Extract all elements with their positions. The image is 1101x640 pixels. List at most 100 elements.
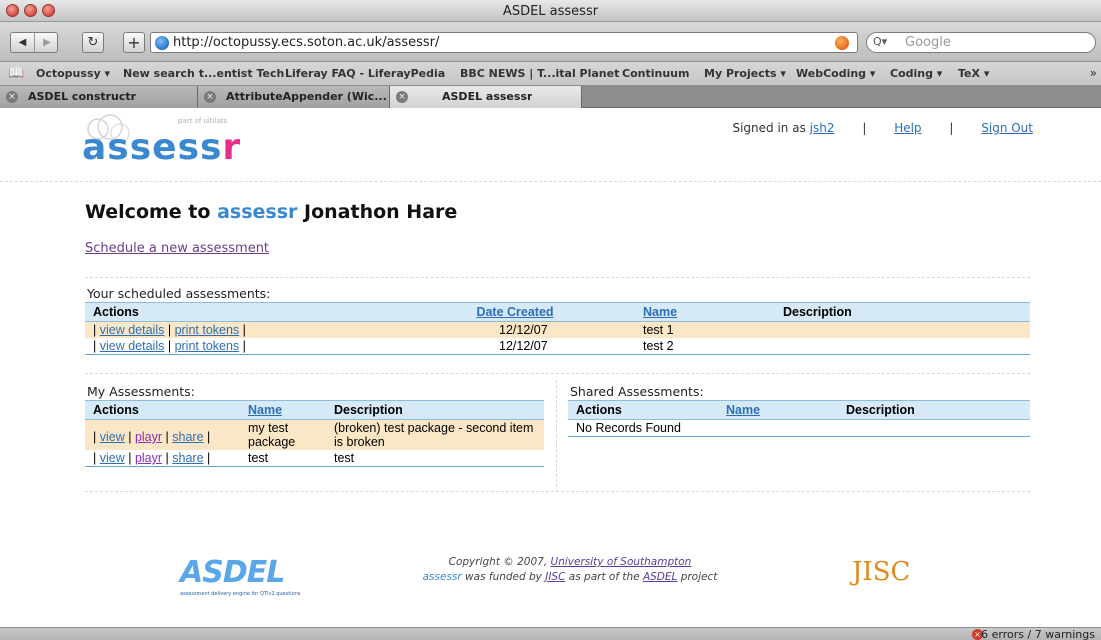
bookmark-item[interactable]: Continuum [622,67,689,80]
column-header-actions: Actions [85,302,395,322]
bookmark-item[interactable]: TeX ▾ [958,67,989,80]
tab-label: ASDEL assessr [442,90,533,103]
welcome-brand: assessr [217,201,298,223]
column-header-name[interactable]: Name [718,400,838,420]
share-link[interactable]: share [172,451,203,465]
table-header-row: Actions Name Description [85,400,544,420]
header-divider [0,181,1101,182]
bookmark-item[interactable]: Coding ▾ [890,67,942,80]
my-assessments-table: Actions Name Description | view | playr … [85,400,544,467]
error-count[interactable]: 6 errors / 7 warnings [981,628,1095,640]
url-text[interactable]: http://octopussy.ecs.soton.ac.uk/assessr… [173,35,439,50]
view-link[interactable]: view [100,430,125,444]
forward-button[interactable]: ▶ [35,33,59,52]
funded-text: project [680,571,718,583]
column-header-date[interactable]: Date Created [395,302,635,322]
scheduled-table: Actions Date Created Name Description | … [85,302,1030,355]
close-tab-icon[interactable]: × [6,91,18,103]
schedule-assessment-link[interactable]: Schedule a new assessment [85,241,269,256]
web-page: part of ultilats assessr Signed in as js… [0,109,1101,627]
jisc-link[interactable]: JISC [545,571,565,583]
shared-assessments-table: Actions Name Description No Records Foun… [568,400,1030,437]
row-name: test 2 [635,338,775,355]
column-header-name[interactable]: Name [635,302,775,322]
jisc-logo[interactable]: JISC [852,557,910,587]
sign-out-link[interactable]: Sign Out [981,121,1033,135]
asdel-logo-subtitle: assessment delivery engine for QTIv2 que… [180,591,301,597]
search-engine-icon[interactable]: Q▾ [873,35,887,48]
playr-link[interactable]: playr [135,430,162,444]
section-divider [85,373,1030,374]
search-input[interactable]: Q▾ Google [866,32,1096,53]
help-link[interactable]: Help [894,121,921,135]
username-link[interactable]: jsh2 [810,121,835,135]
column-header-description: Description [775,302,1030,322]
close-tab-icon[interactable]: × [204,91,216,103]
bookmark-item[interactable]: Octopussy ▾ [36,67,110,80]
tab-attributeappender[interactable]: × AttributeAppender (Wic... [198,86,390,108]
sort-name-link[interactable]: Name [726,403,760,417]
column-header-name[interactable]: Name [240,400,326,420]
bookmark-item[interactable]: My Projects ▾ [704,67,786,80]
sort-name-link[interactable]: Name [643,305,677,319]
row-actions: | view details | print tokens | [85,338,395,355]
logo-text-blue: assess [82,127,223,168]
back-button[interactable]: ◀ [11,33,35,52]
copyright-text: Copyright © 2007, University of Southamp… [380,555,760,585]
empty-message: No Records Found [568,419,1030,437]
row-date: 12/12/07 [395,338,635,355]
status-bar: × 6 errors / 7 warnings [0,627,1101,640]
globe-icon [155,36,169,50]
bookmarks-book-icon[interactable]: 📖 [8,66,24,81]
assessr-logo[interactable]: part of ultilats assessr [82,113,252,171]
tab-asdel-constructr[interactable]: × ASDEL constructr [0,86,198,108]
browser-toolbar: ◀ ▶ ↻ + http://octopussy.ecs.soton.ac.uk… [0,22,1101,62]
print-tokens-link[interactable]: print tokens [175,339,240,353]
university-link[interactable]: University of Southampton [551,556,692,568]
bookmark-item[interactable]: New search t...entist Tech [123,67,284,80]
scheduled-title: Your scheduled assessments: [87,286,271,301]
share-link[interactable]: share [172,430,203,444]
tab-bar: × ASDEL constructr × AttributeAppender (… [0,86,1101,108]
section-divider [85,491,1030,492]
print-tokens-link[interactable]: print tokens [175,323,240,337]
rss-icon[interactable] [835,36,849,50]
row-actions: | view details | print tokens | [85,321,395,338]
search-placeholder[interactable]: Google [905,35,951,50]
view-details-link[interactable]: view details [100,323,165,337]
playr-link[interactable]: playr [135,451,162,465]
copyright-label: Copyright © 2007, [448,556,548,568]
bookmark-item[interactable]: BBC NEWS | T...ital Planet [460,67,619,80]
column-header-description: Description [838,400,1030,420]
sort-date-link[interactable]: Date Created [476,305,553,319]
asdel-logo[interactable]: ASDEL [180,555,285,590]
row-description: (broken) test package - second item is b… [326,419,544,450]
my-assessments-title: My Assessments: [87,384,195,399]
close-tab-icon[interactable]: × [396,91,408,103]
section-divider [85,277,1030,278]
row-name: test [240,450,326,467]
bookmark-item[interactable]: WebCoding ▾ [796,67,875,80]
row-name: test 1 [635,321,775,338]
tab-asdel-assessr[interactable]: × ASDEL assessr [390,86,582,108]
row-description [775,338,1030,355]
table-row: | view | playr | share | my test package… [85,419,544,450]
signed-in-label: Signed in as [732,121,806,135]
bookmarks-overflow-icon[interactable]: » [1090,66,1097,80]
asdel-link[interactable]: ASDEL [643,571,677,583]
column-header-actions: Actions [85,400,240,420]
page-title: Welcome to assessr Jonathon Hare [85,201,457,223]
column-divider [556,380,557,492]
column-header-description: Description [326,400,544,420]
new-tab-button[interactable]: + [123,32,145,53]
view-link[interactable]: view [100,451,125,465]
reload-button[interactable]: ↻ [82,32,104,53]
view-details-link[interactable]: view details [100,339,165,353]
table-row: No Records Found [568,419,1030,437]
row-actions: | view | playr | share | [85,450,240,467]
sort-name-link[interactable]: Name [248,403,282,417]
funded-brand: assessr [422,571,462,583]
address-bar[interactable]: http://octopussy.ecs.soton.ac.uk/assessr… [150,32,858,53]
bookmark-item[interactable]: Liferay FAQ - LiferayPedia [285,67,445,80]
funded-text: as part of the [568,571,640,583]
